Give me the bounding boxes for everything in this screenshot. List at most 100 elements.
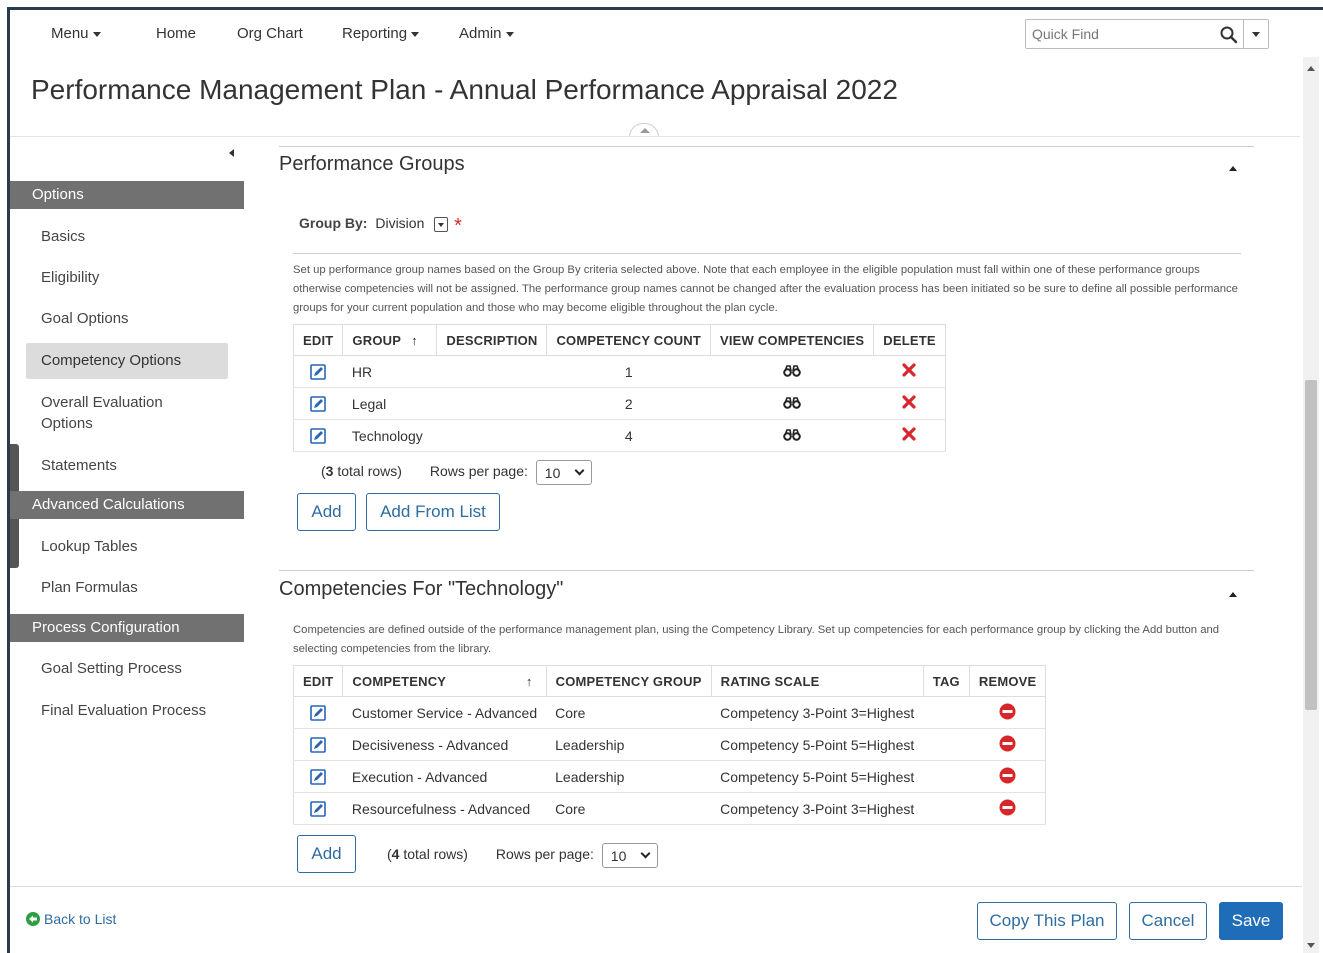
table-row[interactable]: Legal 2 [292, 387, 946, 420]
performance-groups-table: EDIT GROUP ↑ DESCRIPTION COMPETENCY COUNT… [292, 324, 946, 452]
rows-per-page-select[interactable]: 10 [601, 843, 658, 868]
sidebar-item-eligibility[interactable]: Eligibility [41, 267, 99, 288]
performance-groups-description: Set up performance group names based on … [293, 264, 1238, 314]
edit-icon[interactable] [310, 396, 327, 412]
rows-per-page-label: Rows per page: [495, 846, 594, 863]
edit-icon[interactable] [310, 705, 327, 721]
competency-cell: Decisiveness - Advanced [342, 728, 547, 761]
rating-scale-cell: Competency 3-Point 3=Highest [711, 792, 924, 825]
required-indicator: * [454, 215, 462, 237]
delete-icon[interactable] [902, 363, 916, 377]
copy-plan-button[interactable]: Copy This Plan [977, 902, 1117, 940]
cancel-button[interactable]: Cancel [1129, 902, 1207, 940]
sidebar-item-final-evaluation-process[interactable]: Final Evaluation Process [41, 700, 206, 721]
add-group-button[interactable]: Add [297, 493, 356, 531]
description-cell [436, 355, 547, 388]
edit-icon[interactable] [310, 737, 327, 753]
add-competency-button[interactable]: Add [297, 835, 356, 873]
sidebar-item-statements[interactable]: Statements [41, 455, 117, 476]
edit-cell [292, 696, 343, 729]
column-header-competency-count: COMPETENCY COUNT [546, 324, 711, 356]
chevron-down-icon [574, 465, 585, 476]
view-cell [710, 387, 874, 420]
rows-per-page-select[interactable]: 10 [535, 460, 592, 485]
quick-find-input[interactable] [1032, 21, 1212, 47]
collapse-section-icon[interactable] [1229, 166, 1237, 171]
divider [10, 136, 1300, 137]
binoculars-icon[interactable] [783, 428, 801, 441]
sidebar-item-basics[interactable]: Basics [41, 226, 85, 247]
rows-per-page-value: 10 [610, 848, 627, 864]
scrollbar-thumb[interactable] [1305, 380, 1317, 710]
column-header-competency[interactable]: COMPETENCY ↑ [342, 665, 547, 697]
table-row[interactable]: Technology 4 [292, 419, 946, 452]
table-row[interactable]: Decisiveness - Advanced Leadership Compe… [292, 728, 1047, 761]
sidebar-item-plan-formulas[interactable]: Plan Formulas [41, 577, 138, 598]
group-by-label: Group By: [299, 215, 368, 231]
add-from-list-button[interactable]: Add From List [366, 493, 500, 531]
total-rows-text: (3 total rows) [321, 463, 402, 480]
back-arrow-icon [26, 912, 40, 926]
sidebar-item-goal-setting-process[interactable]: Goal Setting Process [41, 658, 182, 679]
nav-admin[interactable]: Admin [459, 25, 514, 42]
quick-find-dropdown-button[interactable] [1243, 20, 1269, 48]
rating-scale-cell: Competency 5-Point 5=Highest [711, 728, 924, 761]
column-header-remove: REMOVE [968, 665, 1047, 697]
nav-home[interactable]: Home [156, 25, 196, 42]
edit-cell [292, 728, 343, 761]
nav-menu-label: Menu [51, 25, 89, 42]
edit-icon[interactable] [310, 364, 327, 380]
back-to-list-link[interactable]: Back to List [26, 911, 116, 927]
competencies-title: Competencies For "Technology" [279, 578, 564, 600]
scroll-down-icon[interactable] [1307, 943, 1315, 948]
group-by-value: Division [375, 215, 425, 231]
column-header-view-competencies: VIEW COMPETENCIES [709, 324, 875, 356]
competency-cell: Resourcefulness - Advanced [342, 792, 547, 825]
nav-reporting[interactable]: Reporting [342, 25, 420, 42]
remove-icon[interactable] [999, 735, 1016, 752]
edit-icon[interactable] [310, 801, 327, 817]
sidebar-item-lookup-tables[interactable]: Lookup Tables [41, 536, 137, 557]
save-button[interactable]: Save [1219, 902, 1283, 940]
column-header-group[interactable]: GROUP ↑ [342, 324, 438, 356]
sidebar-item-competency-options[interactable]: Competency Options [26, 343, 228, 379]
nav-org-chart[interactable]: Org Chart [237, 25, 303, 42]
binoculars-icon[interactable] [783, 396, 801, 409]
view-cell [710, 419, 874, 452]
column-header-label: GROUP [352, 332, 402, 348]
collapse-section-icon[interactable] [1229, 592, 1237, 597]
sidebar-item-overall-evaluation-options[interactable]: Overall Evaluation Options [41, 392, 201, 434]
sidebar-item-label: Competency Options [41, 352, 182, 369]
delete-icon[interactable] [902, 395, 916, 409]
table-row[interactable]: HR 1 [292, 355, 946, 388]
table-row[interactable]: Customer Service - Advanced Core Compete… [292, 696, 1047, 729]
sidebar-header-options: Options [10, 181, 244, 209]
tag-cell [923, 728, 970, 761]
table-row[interactable]: Resourcefulness - Advanced Core Competen… [292, 792, 1047, 825]
edit-cell [292, 792, 343, 825]
delete-cell [873, 387, 946, 420]
remove-cell [969, 792, 1047, 825]
binoculars-icon[interactable] [783, 364, 801, 377]
collapse-sidebar-icon[interactable] [229, 149, 234, 157]
delete-icon[interactable] [902, 427, 916, 441]
chevron-down-icon [505, 31, 514, 37]
remove-icon[interactable] [999, 703, 1016, 720]
competency-count-cell: 4 [546, 419, 711, 452]
sidebar-item-goal-options[interactable]: Goal Options [41, 308, 129, 329]
nav-menu[interactable]: Menu [51, 25, 101, 42]
edit-icon[interactable] [310, 428, 327, 444]
competencies-table: EDIT COMPETENCY ↑ COMPETENCY GROUP RATING… [292, 665, 1047, 825]
vertical-scrollbar[interactable] [1303, 57, 1319, 953]
group-cell: Legal [342, 387, 437, 420]
remove-icon[interactable] [999, 767, 1016, 784]
group-by-dropdown[interactable] [434, 216, 449, 232]
nav-reporting-label: Reporting [342, 25, 408, 42]
remove-icon[interactable] [999, 799, 1016, 816]
competency-group-cell: Leadership [546, 760, 712, 793]
table-row[interactable]: Execution - Advanced Leadership Competen… [292, 760, 1047, 793]
search-icon[interactable] [1219, 25, 1239, 45]
scroll-up-icon[interactable] [1307, 66, 1315, 71]
collapse-header-button[interactable] [629, 123, 659, 137]
edit-icon[interactable] [310, 769, 327, 785]
